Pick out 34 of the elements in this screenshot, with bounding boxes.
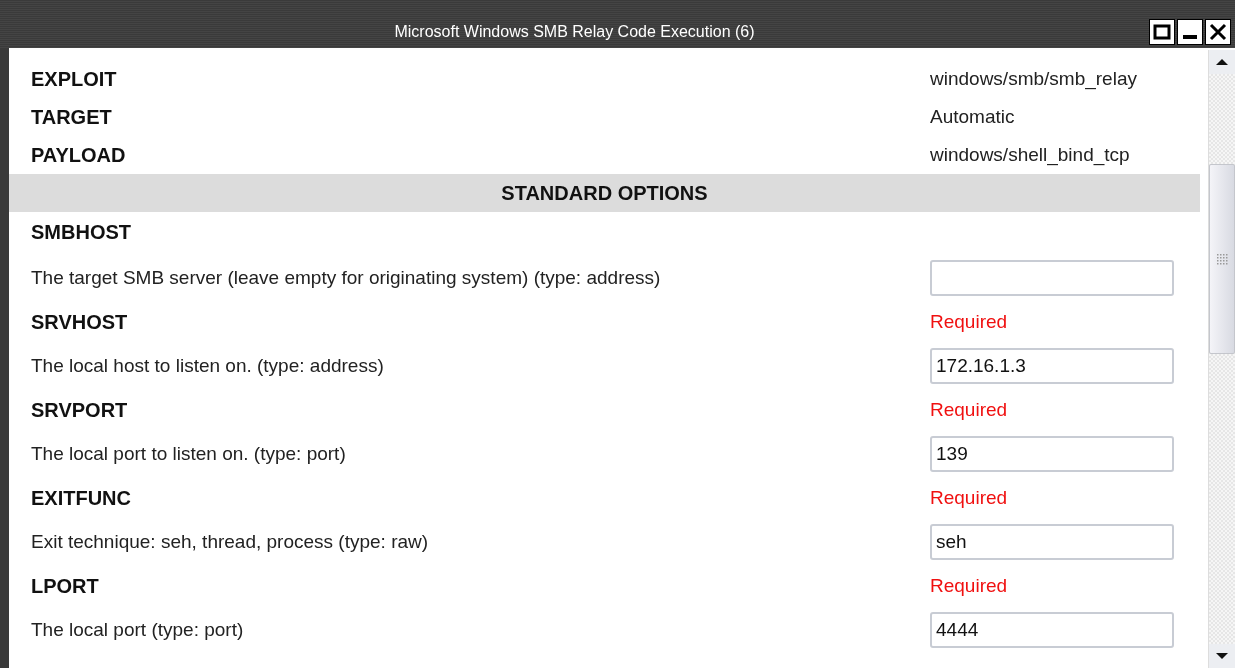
option-description: The local host to listen on. (type: address)	[31, 355, 385, 377]
scroll-down-icon[interactable]	[1209, 644, 1235, 668]
scroll-up-icon[interactable]	[1209, 50, 1235, 74]
option-description: The target SMB server (leave empty for originating system) (type: address)	[31, 267, 662, 289]
config-label: TARGET	[31, 105, 113, 129]
minimize-button[interactable]	[1177, 19, 1203, 45]
close-button[interactable]	[1205, 19, 1231, 45]
config-value: windows/smb/smb_relay	[930, 68, 1138, 90]
config-label: EXPLOIT	[31, 67, 118, 91]
option-name: SRVPORT	[31, 398, 129, 422]
input-field[interactable]: seh	[930, 524, 1174, 560]
scrollbar-thumb[interactable]	[1209, 164, 1235, 354]
option-description: The local port to listen on. (type: port)	[31, 443, 347, 465]
section-header: STANDARD OPTIONS	[9, 174, 1200, 212]
maximize-button[interactable]	[1149, 19, 1175, 45]
window-title: Microsoft Windows SMB Relay Code Execution (6)	[393, 22, 756, 41]
input-field[interactable]	[930, 260, 1174, 296]
grip-icon	[1216, 253, 1228, 265]
option-description: Exit technique: seh, thread, process (type: raw)	[31, 531, 430, 553]
config-label: PAYLOAD	[31, 143, 127, 167]
option-description: The local port (type: port)	[31, 619, 245, 641]
input-field[interactable]: 172.16.1.3	[930, 348, 1174, 384]
option-name: SMBHOST	[31, 220, 132, 244]
config-value: Automatic	[930, 106, 1016, 128]
option-name: EXITFUNC	[31, 486, 132, 510]
required-label: Required	[930, 575, 1009, 597]
option-name: SRVHOST	[31, 310, 129, 334]
required-label: Required	[930, 311, 1009, 333]
input-field[interactable]: 4444	[930, 612, 1174, 648]
option-name: LPORT	[31, 574, 100, 598]
config-value: windows/shell_bind_tcp	[930, 144, 1131, 166]
required-label: Required	[930, 487, 1009, 509]
input-field[interactable]: 139	[930, 436, 1174, 472]
required-label: Required	[930, 399, 1009, 421]
